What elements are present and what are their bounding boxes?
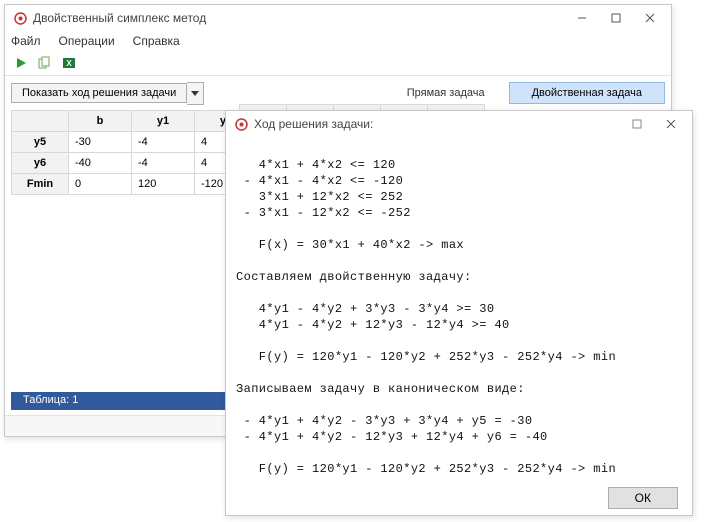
maximize-button[interactable] xyxy=(599,7,633,29)
tab-table-1[interactable]: Таблица: 1 xyxy=(11,392,90,410)
col-header: y1 xyxy=(132,111,195,132)
chevron-down-icon xyxy=(191,89,199,97)
direct-task-label[interactable]: Прямая задача xyxy=(393,87,499,99)
close-button[interactable] xyxy=(654,113,688,135)
menu-bar: Файл Операции Справка xyxy=(5,31,671,51)
row-header: y6 xyxy=(12,153,69,174)
table-row: y5 -30 -4 4 xyxy=(12,132,258,153)
close-button[interactable] xyxy=(633,7,667,29)
simplex-table: b y1 y2 y5 -30 -4 4 y6 -40 -4 4 Fmin 0 1… xyxy=(11,110,258,195)
cell[interactable]: -30 xyxy=(69,132,132,153)
run-icon[interactable] xyxy=(11,53,31,73)
cell[interactable]: 120 xyxy=(132,174,195,195)
menu-file[interactable]: Файл xyxy=(9,32,43,50)
cell[interactable]: -4 xyxy=(132,153,195,174)
menu-operations[interactable]: Операции xyxy=(57,32,117,50)
table-row: y6 -40 -4 4 xyxy=(12,153,258,174)
window-buttons xyxy=(565,7,667,29)
table-row: Fmin 0 120 -120 xyxy=(12,174,258,195)
main-titlebar: Двойственный симплекс метод xyxy=(5,5,671,31)
progress-titlebar: Ход решения задачи: xyxy=(226,111,692,137)
table-corner xyxy=(12,111,69,132)
svg-text:X: X xyxy=(66,59,72,68)
show-progress-button-label[interactable]: Показать ход решения задачи xyxy=(11,83,187,103)
dialog-button-bar: ОК xyxy=(608,487,678,509)
maximize-button[interactable] xyxy=(620,113,654,135)
show-progress-split-button[interactable]: Показать ход решения задачи xyxy=(11,82,204,105)
ok-button[interactable]: ОК xyxy=(608,487,678,509)
show-progress-dropdown[interactable] xyxy=(187,82,204,105)
copy-icon[interactable] xyxy=(35,53,55,73)
app-icon xyxy=(234,117,248,131)
row-header: y5 xyxy=(12,132,69,153)
cell[interactable]: -40 xyxy=(69,153,132,174)
progress-window: Ход решения задачи: 4*x1 + 4*x2 <= 120 -… xyxy=(225,110,693,516)
excel-icon[interactable]: X xyxy=(59,53,79,73)
dual-task-button[interactable]: Двойственная задача xyxy=(509,82,665,104)
main-title: Двойственный симплекс метод xyxy=(33,11,565,25)
row-header: Fmin xyxy=(12,174,69,195)
col-header: b xyxy=(69,111,132,132)
progress-text: 4*x1 + 4*x2 <= 120 - 4*x1 - 4*x2 <= -120… xyxy=(236,141,682,493)
window-buttons xyxy=(620,113,688,135)
cell[interactable]: -4 xyxy=(132,132,195,153)
cell[interactable]: 0 xyxy=(69,174,132,195)
app-icon xyxy=(13,11,27,25)
menu-help[interactable]: Справка xyxy=(131,32,182,50)
progress-text-area[interactable]: 4*x1 + 4*x2 <= 120 - 4*x1 - 4*x2 <= -120… xyxy=(226,137,692,493)
minimize-button[interactable] xyxy=(565,7,599,29)
progress-title: Ход решения задачи: xyxy=(254,117,620,131)
toolbar: X xyxy=(5,51,671,76)
table-header-row: b y1 y2 xyxy=(12,111,258,132)
